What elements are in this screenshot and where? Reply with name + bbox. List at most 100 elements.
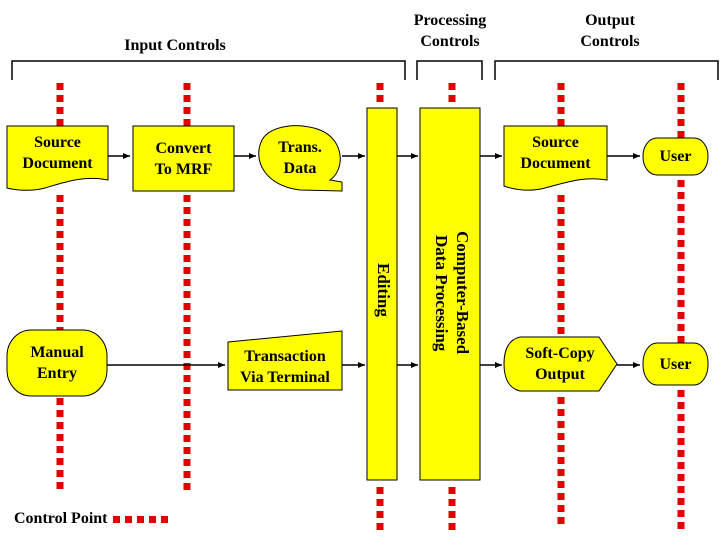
control-point-dot: [557, 421, 565, 428]
convert-to-mrf-line1: Convert: [155, 140, 212, 157]
control-point-dot: [56, 470, 64, 477]
control-point-dot: [56, 207, 64, 214]
control-point-dot: [677, 131, 685, 138]
control-point-dot: [557, 95, 565, 102]
control-point-dot: [183, 351, 191, 358]
manual-entry-line2: Entry: [37, 365, 77, 382]
control-point-dot: [557, 315, 565, 322]
control-point-dot: [183, 243, 191, 250]
control-point-dot: [56, 422, 64, 429]
control-point-dot: [677, 240, 685, 247]
control-point-dot: [677, 336, 685, 343]
manual-entry-line1: Manual: [30, 344, 84, 361]
control-point-dot: [677, 402, 685, 409]
soft-copy-output-line2: Output: [535, 366, 585, 383]
computer-processing-line1: Computer-Based: [453, 231, 472, 355]
source-document-output-label: Source Document: [504, 130, 607, 176]
processing-controls-header: Processing Controls: [390, 10, 510, 52]
control-point-dot: [677, 474, 685, 481]
control-point-dot: [677, 204, 685, 211]
control-point-dot: [183, 447, 191, 454]
output-controls-bracket: [494, 60, 719, 80]
control-point-dot: [56, 243, 64, 250]
flowchart-canvas: [6, 60, 719, 530]
control-point-dot: [448, 95, 456, 102]
trans-data-label: Trans. Data: [258, 135, 342, 181]
control-point-dot: [677, 180, 685, 187]
control-point-dot: [183, 255, 191, 262]
control-point-dot: [376, 95, 384, 102]
control-point-dot: [677, 312, 685, 319]
control-point-dot: [56, 303, 64, 310]
control-point-dot: [557, 505, 565, 512]
control-point-dot: [56, 315, 64, 322]
output-controls-header: Output Controls: [550, 10, 670, 52]
control-point-dot: [677, 216, 685, 223]
control-point-dot: [183, 471, 191, 478]
control-point-dot: [677, 119, 685, 126]
control-point-dot: [56, 119, 64, 126]
control-point-dot: [557, 279, 565, 286]
control-point-dot: [557, 195, 565, 202]
trans-data-line2: Data: [283, 160, 317, 177]
control-point-dot: [183, 279, 191, 286]
control-point-dot: [557, 517, 565, 524]
output-controls-line2: Controls: [580, 33, 640, 50]
trans-data-line1: Trans.: [278, 139, 322, 156]
control-point-dot: [557, 243, 565, 250]
processing-controls-bracket: [416, 60, 483, 80]
control-point-dot: [376, 83, 384, 90]
control-point-dot: [56, 446, 64, 453]
control-point-dot: [183, 387, 191, 394]
control-point-dot: [557, 267, 565, 274]
control-point-dot: [448, 523, 456, 530]
control-point-dot: [183, 195, 191, 202]
control-point-dot: [56, 195, 64, 202]
control-point-dot: [557, 493, 565, 500]
control-point-dot: [557, 397, 565, 404]
control-point-dot: [677, 252, 685, 259]
control-point-dot: [677, 390, 685, 397]
control-point-dot: [56, 410, 64, 417]
control-point-dot: [677, 83, 685, 90]
user-top-label: User: [659, 148, 692, 165]
control-point-dot: [183, 291, 191, 298]
control-point-dot: [677, 498, 685, 505]
manual-entry-label: Manual Entry: [7, 340, 107, 386]
control-point-dot: [557, 119, 565, 126]
control-point-dot: [677, 450, 685, 457]
control-point-dot: [448, 83, 456, 90]
control-point-dot: [557, 107, 565, 114]
control-point-dot: [183, 423, 191, 430]
processing-controls-line1: Processing: [413, 12, 487, 29]
control-point-dot: [557, 409, 565, 416]
control-point-dot: [183, 207, 191, 214]
control-point-dot: [557, 327, 565, 334]
control-point-dot: [557, 83, 565, 90]
control-point-dot: [448, 499, 456, 506]
source-document-input-line2: Document: [22, 155, 93, 172]
control-point-dot: [376, 511, 384, 518]
control-point-legend-label: Control Point: [14, 510, 108, 527]
control-point-dot: [557, 445, 565, 452]
control-point-dot: [677, 522, 685, 529]
control-point-dot: [557, 457, 565, 464]
soft-copy-output-label: Soft-Copy Output: [506, 341, 614, 387]
control-point-dot: [557, 291, 565, 298]
transaction-terminal-label: Transaction Via Terminal: [228, 344, 342, 390]
control-point-dot: [448, 487, 456, 494]
convert-to-mrf-label: Convert To MRF: [133, 135, 234, 183]
control-point-dot: [557, 231, 565, 238]
control-point-dot: [376, 523, 384, 530]
control-point-dot: [557, 303, 565, 310]
control-point-dot: [56, 291, 64, 298]
control-point-dot: [557, 433, 565, 440]
control-point-dot: [56, 267, 64, 274]
control-point-dot: [183, 107, 191, 114]
control-point-dot: [56, 83, 64, 90]
control-point-dot: [677, 276, 685, 283]
control-point-dot: [56, 255, 64, 262]
control-point-dot: [677, 192, 685, 199]
transaction-terminal-line2: Via Terminal: [240, 369, 330, 386]
control-point-legend: Control Point: [14, 510, 169, 528]
